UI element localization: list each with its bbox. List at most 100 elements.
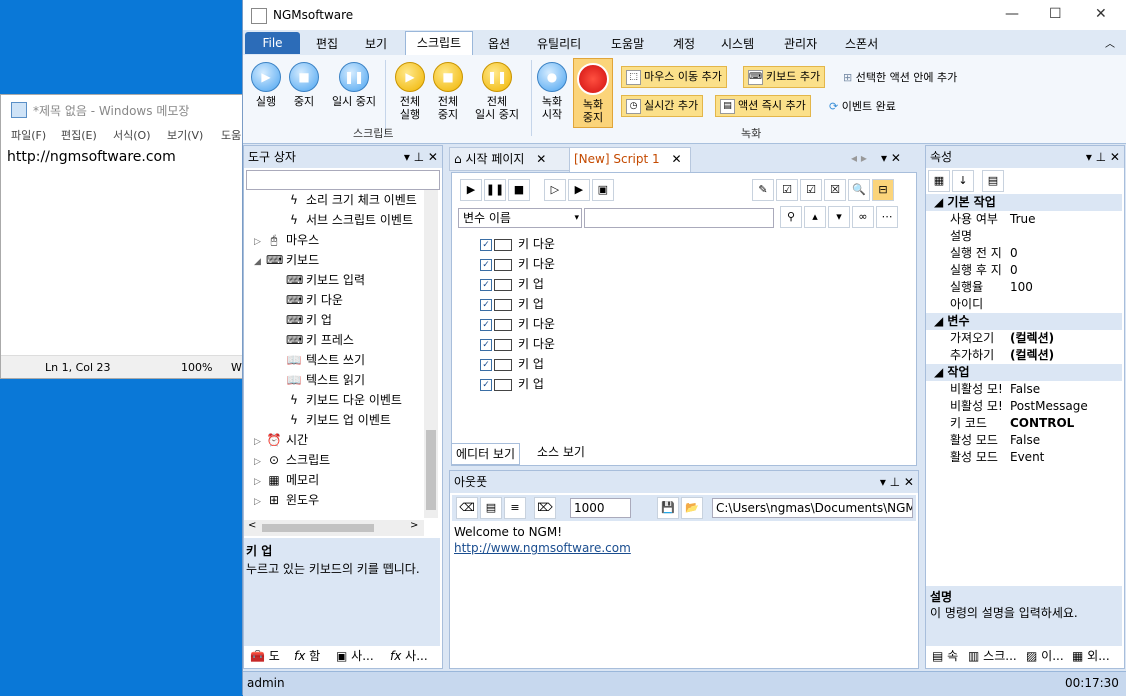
list-item[interactable]: ✓ 키 업 xyxy=(480,275,780,295)
tab-editor-view[interactable]: 에디터 보기 xyxy=(451,443,521,465)
play-icon[interactable]: ▶ xyxy=(460,179,482,201)
tree-item[interactable]: ▷ ⊙ 스크립트 xyxy=(254,450,330,470)
notepad-menu-view[interactable]: 보기(V) xyxy=(167,127,203,143)
tab-account[interactable]: 계정 xyxy=(673,35,695,52)
property-row[interactable]: 설명 xyxy=(926,228,1122,245)
panel-controls[interactable]: ▾ ✕ xyxy=(881,151,901,165)
props-tab-script[interactable]: ▥ 스크... xyxy=(964,646,1021,666)
checkbox[interactable]: ✓ xyxy=(480,358,492,371)
edit-icon[interactable]: ✎ xyxy=(752,179,774,201)
tree-item[interactable]: ▷ ⊞ 윈도우 xyxy=(254,490,319,510)
check-all-icon[interactable]: ☑ xyxy=(800,179,822,201)
tree-item[interactable]: ⌨ 키보드 입력 xyxy=(286,270,365,290)
tab-source-view[interactable]: 소스 보기 xyxy=(533,442,589,462)
pause-icon[interactable]: ❚❚ xyxy=(484,179,506,201)
minimize-icon[interactable]: — xyxy=(1005,6,1019,22)
record-start-button[interactable]: ● 녹화 시작 xyxy=(535,62,569,121)
stop-all-button[interactable]: ■ 전체 중지 xyxy=(431,62,465,121)
loop-icon[interactable]: ∞ xyxy=(852,206,874,228)
eraser-icon[interactable]: ⌦ xyxy=(534,497,556,519)
props-tab-properties[interactable]: ▤ 속 xyxy=(928,646,963,666)
property-row[interactable]: 키 코드 CONTROL xyxy=(926,415,1122,432)
property-row[interactable]: 활성 모드 False xyxy=(926,432,1122,449)
tree-item[interactable]: ▷ 🖰 마우스 xyxy=(254,230,319,250)
tree-item[interactable]: ϟ 소리 크기 체크 이벤트 xyxy=(286,190,417,210)
toolbox-tab-tools[interactable]: 🧰 도 xyxy=(246,646,284,666)
tree-item[interactable]: ⌨ 키 프레스 xyxy=(286,330,354,350)
step-into-icon[interactable]: ▶ xyxy=(567,179,590,201)
log-path-input[interactable]: C:\Users\ngmas\Documents\NGM6\ xyxy=(712,498,913,518)
property-row[interactable]: 실행율 100 xyxy=(926,279,1122,296)
toolbox-tab-user-fx[interactable]: fx 사... xyxy=(386,646,432,666)
tab-view[interactable]: 보기 xyxy=(365,35,387,52)
property-row[interactable]: 실행 전 지0 xyxy=(926,245,1122,262)
checkbox[interactable]: ✓ xyxy=(480,378,492,391)
list-item[interactable]: ✓ 키 업 xyxy=(480,375,780,395)
tab-utility[interactable]: 유틸리티 xyxy=(537,35,581,52)
list-item[interactable]: ✓ 키 업 xyxy=(480,295,780,315)
property-row[interactable]: 활성 모드 Event xyxy=(926,449,1122,466)
tree-icon[interactable]: ⊟ xyxy=(872,179,894,201)
list-item[interactable]: ✓ 키 다운 xyxy=(480,255,780,275)
expand-icon[interactable]: ▷ xyxy=(254,432,266,452)
tab-file[interactable]: File xyxy=(245,32,300,54)
sort-az-icon[interactable]: ↓ xyxy=(952,170,974,192)
clear-icon[interactable]: ⌫ xyxy=(456,497,478,519)
property-row[interactable]: 비활성 모! PostMessage xyxy=(926,398,1122,415)
add-keyboard-button[interactable]: ⌨ 키보드 추가 xyxy=(743,66,826,88)
log-count-input[interactable]: 1000 xyxy=(570,498,631,518)
categorized-icon[interactable]: ▦ xyxy=(928,170,950,192)
down-icon[interactable]: ▾ xyxy=(828,206,850,228)
property-row[interactable]: 가져오기 (컬렉션) xyxy=(926,330,1122,347)
close-icon[interactable]: ✕ xyxy=(536,152,546,166)
collapse-icon[interactable]: ◢ xyxy=(254,252,266,272)
toolbox-tab-functions[interactable]: fx 함 xyxy=(290,646,324,666)
list-icon[interactable]: ≡ xyxy=(504,497,526,519)
toolbox-tab-user[interactable]: ▣ 사... xyxy=(332,646,378,666)
checkbox[interactable]: ✓ xyxy=(480,278,492,291)
toolbox-hscrollbar[interactable]: < > xyxy=(244,520,424,536)
tab-options[interactable]: 옵션 xyxy=(488,35,510,52)
expand-icon[interactable]: ▷ xyxy=(254,492,266,512)
property-row[interactable]: 비활성 모! False xyxy=(926,381,1122,398)
list-item[interactable]: ✓ 키 다운 xyxy=(480,235,780,255)
list-item[interactable]: ✓ 키 다운 xyxy=(480,335,780,355)
expand-icon[interactable]: ▷ xyxy=(254,472,266,492)
tab-script[interactable]: 스크립트 xyxy=(405,31,473,56)
more-icon[interactable]: ⋯ xyxy=(876,206,898,228)
tree-item[interactable]: ⌨ 키 다운 xyxy=(286,290,343,310)
list-item[interactable]: ✓ 키 업 xyxy=(480,355,780,375)
notepad-menu-format[interactable]: 서식(O) xyxy=(113,127,150,143)
checkbox[interactable]: ✓ xyxy=(480,258,492,271)
tab-help[interactable]: 도움말 xyxy=(611,35,644,52)
add-action-now-button[interactable]: ▤ 액션 즉시 추가 xyxy=(715,95,811,117)
expand-icon[interactable]: ▷ xyxy=(254,232,266,252)
property-category-variables[interactable]: ◢ 변수 xyxy=(926,313,1122,330)
props-tab-external[interactable]: ▦ 외... xyxy=(1068,646,1114,666)
expand-icon[interactable]: ▷ xyxy=(254,452,266,472)
panel-controls[interactable]: ▾ ⊥ ✕ xyxy=(1086,146,1120,168)
tree-item[interactable]: ϟ 서브 스크립트 이벤트 xyxy=(286,210,413,230)
tree-item[interactable]: ϟ 키보드 다운 이벤트 xyxy=(286,390,402,410)
stop-button[interactable]: ■ 중지 xyxy=(287,62,321,108)
tree-item[interactable]: ▷ ▦ 메모리 xyxy=(254,470,319,490)
notepad-menu-file[interactable]: 파일(F) xyxy=(11,127,46,143)
notepad-menu-edit[interactable]: 편집(E) xyxy=(61,127,97,143)
pause-button[interactable]: ❚❚ 일시 중지 xyxy=(327,62,381,108)
tab-start-page[interactable]: ⌂ 시작 페이지 ✕ xyxy=(449,147,571,171)
step-icon[interactable]: ▷ xyxy=(543,179,566,201)
tree-item[interactable]: 📖 텍스트 쓰기 xyxy=(286,350,366,370)
tree-item[interactable]: ϟ 키보드 업 이벤트 xyxy=(286,410,391,430)
folder-icon[interactable]: 📂 xyxy=(681,497,703,519)
collapse-ribbon-icon[interactable]: ︿ xyxy=(1105,35,1115,50)
tab-system[interactable]: 시스템 xyxy=(721,35,754,52)
variable-input[interactable] xyxy=(584,208,774,228)
search-icon[interactable]: 🔍 xyxy=(848,179,870,201)
property-row[interactable]: 실행 후 지0 xyxy=(926,262,1122,279)
tab-edit[interactable]: 편집 xyxy=(316,35,338,52)
tab-admin[interactable]: 관리자 xyxy=(784,35,817,52)
uncheck-icon[interactable]: ☒ xyxy=(824,179,846,201)
up-icon[interactable]: ▴ xyxy=(804,206,826,228)
save-icon[interactable]: 💾 xyxy=(657,497,679,519)
toolbox-scrollbar[interactable] xyxy=(424,190,438,518)
